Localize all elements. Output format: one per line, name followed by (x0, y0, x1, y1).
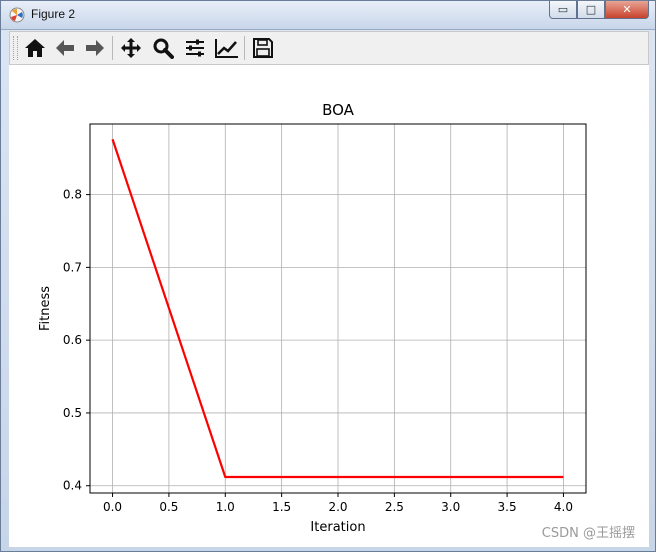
window-title: Figure 2 (31, 7, 76, 21)
x-tick-label: 1.5 (272, 500, 291, 514)
figure-canvas[interactable]: 0.0 0.5 1.0 1.5 2.0 2.5 3.0 3.5 4.0 0.4 0.5 0.6 0.7 0… (9, 65, 649, 547)
toolbar-grip[interactable] (13, 36, 18, 60)
configure-subplots-icon (186, 39, 204, 57)
zoom-icon (153, 38, 174, 59)
title-bar[interactable]: Figure 2 ▭ □ ✕ (1, 1, 655, 30)
minimize-button[interactable]: ▭ (549, 1, 577, 19)
window-controls: ▭ □ ✕ (549, 1, 649, 21)
toolbar-separator (112, 36, 113, 60)
back-arrow-icon (56, 40, 74, 56)
watermark: CSDN @王摇摆 (541, 526, 635, 541)
y-tick-label: 0.6 (63, 333, 82, 347)
toolbar-separator (244, 36, 245, 60)
x-tick-label: 0.5 (159, 500, 178, 514)
x-tick-label: 3.0 (441, 500, 460, 514)
navigation-toolbar (9, 31, 649, 65)
save-button[interactable] (250, 36, 276, 60)
y-tick-label: 0.4 (63, 479, 82, 493)
close-icon: ✕ (622, 3, 632, 16)
save-icon (253, 38, 273, 58)
x-tick-label: 2.0 (328, 500, 347, 514)
y-tick-label: 0.5 (63, 406, 82, 420)
y-tick-label: 0.8 (63, 188, 82, 202)
chart-title: BOA (322, 101, 355, 119)
x-tick-label: 3.5 (498, 500, 517, 514)
forward-button[interactable] (82, 36, 108, 60)
x-tick-label: 0.0 (103, 500, 122, 514)
x-tick-label: 4.0 (554, 500, 573, 514)
close-button[interactable]: ✕ (605, 1, 649, 19)
back-button[interactable] (52, 36, 78, 60)
pan-button[interactable] (118, 36, 144, 60)
y-tick-label: 0.7 (63, 260, 82, 274)
y-axis-label: Fitness (38, 286, 53, 331)
home-button[interactable] (22, 36, 48, 60)
x-tick-label: 2.5 (385, 500, 404, 514)
x-tick-label: 1.0 (216, 500, 235, 514)
x-axis-label: Iteration (310, 520, 365, 535)
edit-axis-icon (215, 39, 238, 58)
home-icon (25, 39, 45, 57)
maximize-icon: □ (585, 3, 597, 16)
edit-axis-button[interactable] (214, 36, 240, 60)
pan-icon (121, 38, 141, 58)
line-chart: 0.0 0.5 1.0 1.5 2.0 2.5 3.0 3.5 4.0 0.4 0.5 0.6 0.7 0… (38, 101, 587, 535)
matplotlib-app-icon (9, 7, 25, 23)
minimize-icon: ▭ (557, 3, 569, 16)
maximize-button[interactable]: □ (577, 1, 605, 19)
zoom-button[interactable] (150, 36, 176, 60)
forward-arrow-icon (86, 40, 104, 56)
configure-subplots-button[interactable] (182, 36, 208, 60)
figure-window: Figure 2 ▭ □ ✕ 0.0 0.5 1.0 1.5 2.0 2.5 3… (0, 0, 656, 552)
